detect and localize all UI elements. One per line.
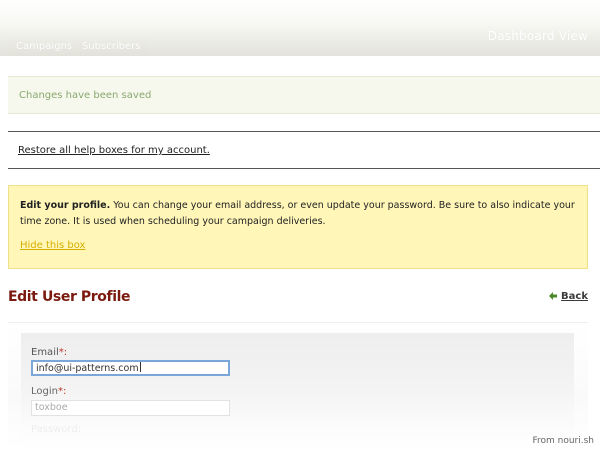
login-field[interactable]: toxboe	[31, 400, 230, 416]
email-field[interactable]: info@ui-patterns.com	[31, 360, 230, 376]
top-navigation-bar: Campaigns Subscribers Dashboard View	[0, 0, 600, 56]
tab-subscribers[interactable]: Subscribers	[74, 37, 149, 56]
login-label: Login*:	[31, 386, 67, 397]
success-notice: Changes have been saved	[8, 76, 600, 114]
required-marker: *:	[57, 386, 67, 397]
hide-box-link[interactable]: Hide this box	[20, 238, 85, 254]
restore-help-link[interactable]: Restore all help boxes for my account.	[18, 145, 210, 156]
tab-campaigns[interactable]: Campaigns	[8, 37, 81, 56]
help-title: Edit your profile.	[20, 200, 111, 211]
page-title: Edit User Profile	[8, 289, 131, 305]
back-link[interactable]: Back	[561, 291, 588, 302]
email-label: Email*:	[31, 347, 68, 358]
restore-help-row: Restore all help boxes for my account.	[8, 131, 600, 169]
source-watermark: From nouri.sh	[532, 436, 594, 446]
form-fieldset	[21, 333, 574, 449]
password-label: Password:	[31, 424, 82, 435]
back-arrow-icon[interactable]	[548, 291, 558, 301]
help-box: Edit your profile. You can change your e…	[8, 185, 588, 269]
dashboard-view-link[interactable]: Dashboard View	[488, 29, 588, 43]
text-cursor	[139, 362, 141, 372]
help-text: Edit your profile. You can change your e…	[20, 198, 577, 230]
required-marker: *:	[58, 347, 68, 358]
